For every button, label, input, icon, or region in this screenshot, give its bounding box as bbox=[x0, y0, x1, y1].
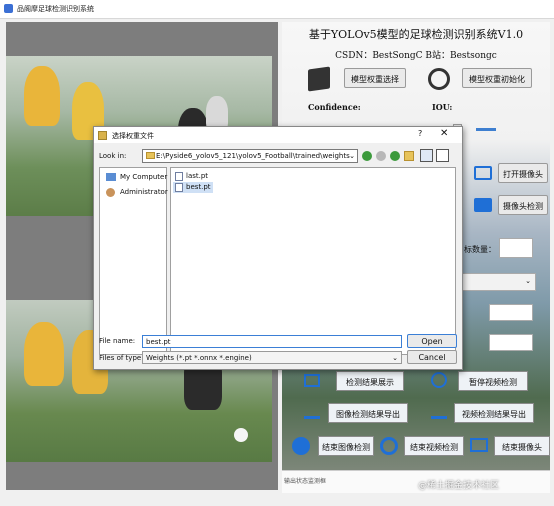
model-select-button[interactable]: 模型权重选择 bbox=[344, 68, 406, 88]
open-camera-button[interactable]: 打开摄像头 bbox=[498, 163, 548, 183]
end-video-icon bbox=[380, 437, 398, 455]
chevron-down-icon: ⌄ bbox=[392, 354, 398, 362]
app-icon bbox=[4, 4, 13, 13]
window-titlebar: 品阁摩足球检测识别系统 bbox=[0, 0, 554, 19]
computer-icon bbox=[106, 173, 116, 181]
export-image-icon bbox=[304, 406, 320, 419]
file-list: last.pt best.pt bbox=[170, 167, 456, 355]
export-image-button[interactable]: 图像检测结果导出 bbox=[328, 403, 408, 423]
place-my-computer[interactable]: My Computer bbox=[120, 173, 167, 181]
image-results-icon bbox=[304, 374, 320, 387]
dialog-title: 选择权重文件 bbox=[112, 132, 154, 140]
iou-slider[interactable] bbox=[476, 128, 496, 131]
cancel-button[interactable]: Cancel bbox=[407, 350, 457, 364]
window-title: 品阁摩足球检测识别系统 bbox=[17, 5, 94, 13]
system-title: 基于YOLOv5模型的足球检测识别系统V1.0 bbox=[308, 28, 524, 41]
target-select-dropdown[interactable]: ⌄ bbox=[462, 273, 536, 291]
end-camera-button[interactable]: 结束摄像头 bbox=[494, 436, 550, 456]
forward-icon[interactable] bbox=[376, 151, 386, 161]
file-name-label: File name: bbox=[99, 337, 136, 345]
close-button[interactable]: ✕ bbox=[440, 128, 448, 139]
file-icon bbox=[175, 172, 183, 181]
folder-icon bbox=[146, 152, 155, 159]
files-of-type-combo[interactable]: Weights (*.pt *.onnx *.engine) ⌄ bbox=[142, 351, 402, 364]
end-camera-icon bbox=[470, 438, 488, 452]
author-info: CSDN：BestSongC B站：Bestsongc bbox=[335, 51, 497, 61]
files-of-type-label: Files of type: bbox=[99, 354, 144, 362]
result-field-2 bbox=[489, 334, 533, 351]
detail-view-icon[interactable] bbox=[436, 149, 449, 162]
model-init-button[interactable]: 模型权重初始化 bbox=[462, 68, 532, 88]
export-video-icon bbox=[431, 406, 447, 419]
video-camera-icon bbox=[474, 166, 492, 180]
look-in-path: E:\Pyside6_yolov5_121\yolov5_Football\tr… bbox=[156, 152, 350, 160]
settings-gear-icon bbox=[428, 68, 450, 90]
folder-icon bbox=[98, 131, 107, 140]
camera-detect-button[interactable]: 摄像头检测 bbox=[498, 195, 548, 215]
end-video-button[interactable]: 结束视频检测 bbox=[404, 436, 464, 456]
files-of-type-value: Weights (*.pt *.onnx *.engine) bbox=[146, 354, 252, 362]
chevron-down-icon: ⌄ bbox=[349, 152, 355, 160]
file-item-last[interactable]: last.pt bbox=[186, 172, 208, 180]
places-sidebar: My Computer Administrator bbox=[99, 167, 168, 355]
help-button[interactable]: ? bbox=[418, 129, 422, 138]
show-results-button[interactable]: 检测结果展示 bbox=[336, 371, 404, 391]
iou-label: IOU: bbox=[432, 102, 453, 112]
back-icon[interactable] bbox=[362, 151, 372, 161]
file-icon bbox=[175, 183, 183, 192]
file-name-input[interactable]: best.pt bbox=[142, 335, 402, 348]
export-video-button[interactable]: 视频检测结果导出 bbox=[454, 403, 534, 423]
camera-detect-icon bbox=[474, 198, 492, 212]
open-button[interactable]: Open bbox=[407, 334, 457, 348]
pause-icon bbox=[431, 372, 447, 388]
status-label: 输出状态监测框 bbox=[284, 478, 327, 485]
look-in-label: Look in: bbox=[99, 152, 127, 160]
model-cube-icon bbox=[308, 66, 330, 92]
user-icon bbox=[106, 188, 115, 197]
end-image-icon bbox=[292, 437, 310, 455]
place-administrator[interactable]: Administrator bbox=[120, 188, 168, 196]
watermark: @稀土掘金技术社区 bbox=[418, 481, 500, 491]
end-image-button[interactable]: 结束图像检测 bbox=[318, 436, 374, 456]
file-item-best[interactable]: best.pt bbox=[186, 183, 211, 191]
list-view-icon[interactable] bbox=[420, 149, 433, 162]
target-count-field bbox=[499, 238, 533, 258]
confidence-label: Confidence: bbox=[308, 102, 361, 112]
result-field-1 bbox=[489, 304, 533, 321]
file-dialog: 选择权重文件 ? ✕ Look in: ⌄ E:\Pyside6_yolov5_… bbox=[93, 126, 463, 370]
pause-video-button[interactable]: 暂停视频检测 bbox=[458, 371, 528, 391]
up-icon[interactable] bbox=[390, 151, 400, 161]
new-folder-icon[interactable] bbox=[404, 151, 414, 161]
